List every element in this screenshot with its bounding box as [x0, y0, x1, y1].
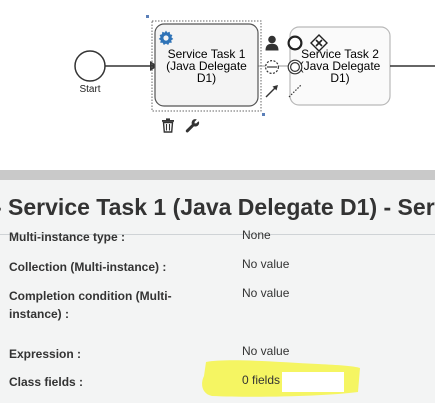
intermediate-event-icon[interactable]: [286, 58, 304, 76]
completion-condition-value[interactable]: No value: [242, 284, 289, 302]
completion-condition-label: Completion condition (Multi-instance) :: [9, 289, 172, 321]
selection-handle-tl[interactable]: [146, 15, 149, 18]
start-event-label: Start: [79, 84, 101, 95]
service-task-2-label: Service Task 2 (Java Delegate D1): [299, 47, 381, 85]
end-event-icon[interactable]: [286, 34, 304, 52]
redaction-box: [282, 372, 344, 392]
start-event[interactable]: [74, 50, 106, 82]
panel-resize-bar[interactable]: [0, 170, 435, 180]
user-icon[interactable]: [263, 34, 281, 52]
expression-label: Expression :: [9, 347, 82, 361]
class-fields-value[interactable]: 0 fields: [242, 371, 280, 389]
arrow-icon[interactable]: [263, 82, 281, 100]
panel-scroll-clip: [0, 180, 435, 235]
wrench-icon[interactable]: [183, 116, 201, 134]
service-task-1-label: Service Task 1 (Java Delegate D1): [166, 47, 247, 85]
gateway-icon[interactable]: [310, 34, 328, 52]
selection-handle-br[interactable]: [262, 113, 265, 116]
class-fields-label: Class fields :: [9, 375, 84, 389]
diagram-svg: [74, 15, 435, 116]
collection-label: Collection (Multi-instance) :: [9, 260, 167, 274]
gear-icon: [157, 29, 175, 47]
boundary-event-icon[interactable]: [263, 58, 281, 76]
collection-value[interactable]: No value: [242, 255, 289, 273]
delete-icon[interactable]: [159, 116, 177, 134]
annotation-icon[interactable]: [286, 82, 304, 100]
diagram-canvas[interactable]: Service Task 1 (Java Delegate D1) Servic…: [0, 0, 435, 170]
